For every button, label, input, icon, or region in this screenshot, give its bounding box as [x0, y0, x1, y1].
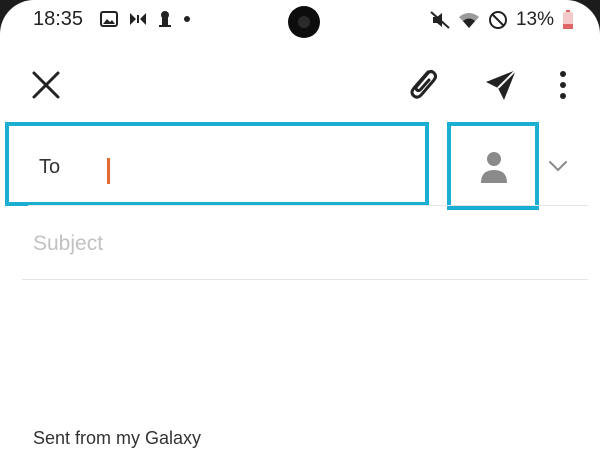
front-camera: [288, 6, 320, 38]
expand-recipients-button[interactable]: [544, 152, 572, 180]
chevron-down-icon: [549, 161, 567, 172]
send-button[interactable]: [480, 64, 522, 106]
image-icon: [100, 11, 118, 27]
mute-icon: [430, 11, 450, 29]
dot-icon: [184, 16, 190, 22]
do-not-disturb-icon: [488, 11, 507, 29]
status-icons-left: [100, 10, 192, 28]
status-bar: 18:35 13%: [0, 0, 600, 42]
to-field[interactable]: To: [5, 122, 429, 206]
status-time: 18:35: [33, 8, 84, 30]
text-cursor: [107, 158, 110, 184]
more-vert-icon: [560, 71, 566, 99]
close-icon: [32, 71, 60, 99]
attach-button[interactable]: [402, 64, 442, 104]
compose-toolbar: [0, 56, 600, 110]
close-button[interactable]: [26, 65, 66, 105]
wifi-icon: [458, 13, 479, 28]
contact-picker-button[interactable]: [447, 122, 539, 210]
to-label: To: [39, 156, 61, 178]
battery-icon: [563, 10, 573, 29]
more-options-button[interactable]: [548, 64, 578, 106]
nfc-icon: [130, 13, 146, 25]
battery-percent: 13%: [515, 9, 554, 30]
paperclip-icon: [410, 70, 437, 99]
keyhole-icon: [159, 11, 171, 27]
status-icons-right: 13%: [430, 9, 574, 31]
to-divider: [28, 205, 588, 206]
email-signature: Sent from my Galaxy: [33, 428, 202, 448]
subject-divider: [22, 279, 588, 280]
subject-input[interactable]: [33, 226, 573, 262]
to-input[interactable]: [105, 144, 419, 186]
person-icon: [481, 152, 507, 183]
compose-screen: 18:35 13% To Subject Sent from my Galaxy: [0, 0, 600, 459]
send-icon: [486, 69, 517, 100]
